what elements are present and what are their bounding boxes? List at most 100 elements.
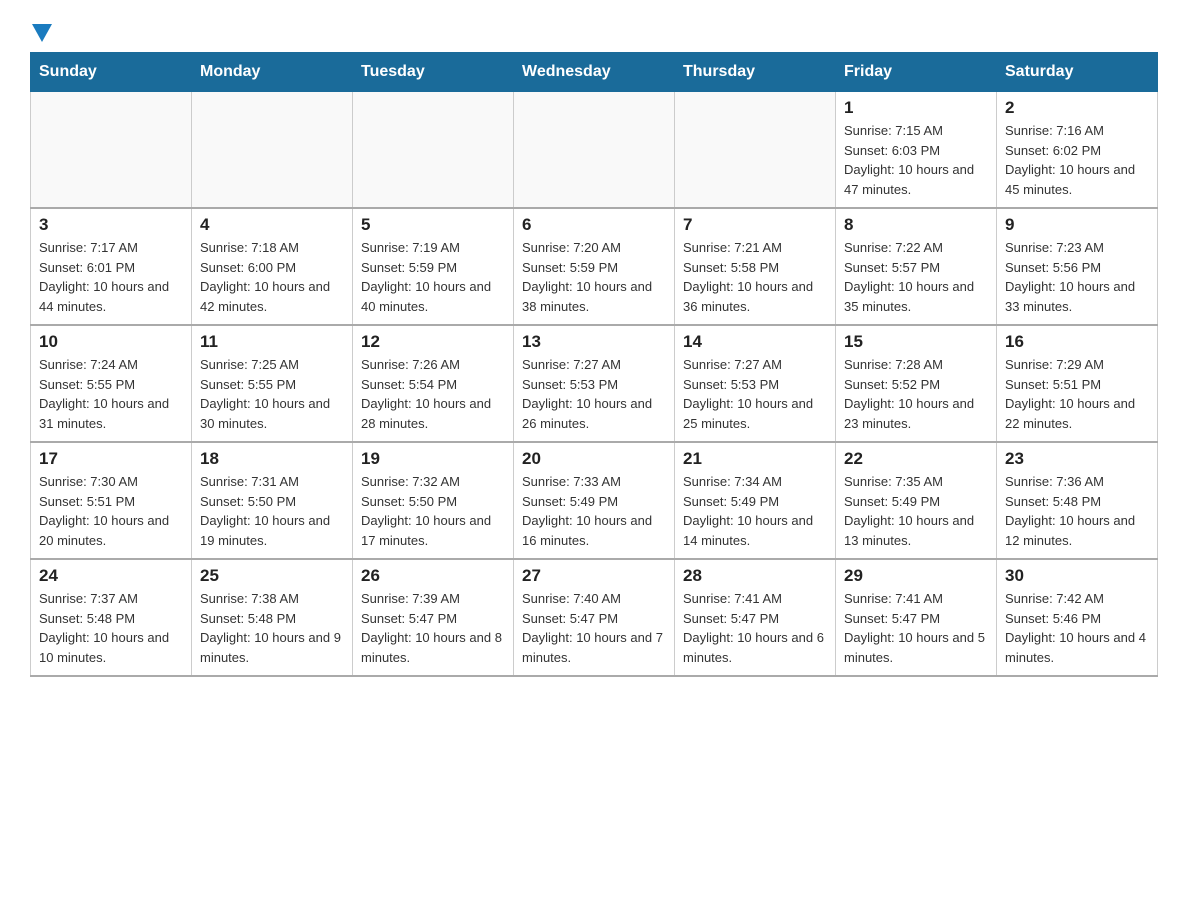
- day-info: Sunrise: 7:41 AMSunset: 5:47 PMDaylight:…: [844, 589, 988, 667]
- day-info: Sunrise: 7:21 AMSunset: 5:58 PMDaylight:…: [683, 238, 827, 316]
- day-number: 16: [1005, 332, 1149, 352]
- weekday-header-saturday: Saturday: [997, 53, 1158, 92]
- weekday-header-sunday: Sunday: [31, 53, 192, 92]
- day-number: 2: [1005, 98, 1149, 118]
- day-info: Sunrise: 7:37 AMSunset: 5:48 PMDaylight:…: [39, 589, 183, 667]
- day-number: 24: [39, 566, 183, 586]
- calendar-cell: 4 Sunrise: 7:18 AMSunset: 6:00 PMDaylight…: [192, 208, 353, 325]
- weekday-header-tuesday: Tuesday: [353, 53, 514, 92]
- calendar-cell: 17 Sunrise: 7:30 AMSunset: 5:51 PMDayligh…: [31, 442, 192, 559]
- day-number: 19: [361, 449, 505, 469]
- day-info: Sunrise: 7:23 AMSunset: 5:56 PMDaylight:…: [1005, 238, 1149, 316]
- calendar-cell: 12Sunrise: 7:26 AMSunset: 5:54 PMDayligh…: [353, 325, 514, 442]
- day-number: 15: [844, 332, 988, 352]
- day-info: Sunrise: 7:38 AMSunset: 5:48 PMDaylight:…: [200, 589, 344, 667]
- weekday-header-thursday: Thursday: [675, 53, 836, 92]
- calendar-cell: 2 Sunrise: 7:16 AMSunset: 6:02 PMDaylight…: [997, 92, 1158, 209]
- day-info: Sunrise: 7:32 AMSunset: 5:50 PMDaylight:…: [361, 472, 505, 550]
- logo-triangle-icon: [32, 24, 52, 42]
- weekday-header-friday: Friday: [836, 53, 997, 92]
- day-info: Sunrise: 7:25 AMSunset: 5:55 PMDaylight:…: [200, 355, 344, 433]
- week-row-4: 17 Sunrise: 7:30 AMSunset: 5:51 PMDayligh…: [31, 442, 1158, 559]
- calendar-cell: 25 Sunrise: 7:38 AMSunset: 5:48 PMDayligh…: [192, 559, 353, 676]
- weekday-header-monday: Monday: [192, 53, 353, 92]
- day-number: 6: [522, 215, 666, 235]
- day-number: 28: [683, 566, 827, 586]
- day-number: 10: [39, 332, 183, 352]
- day-info: Sunrise: 7:41 AMSunset: 5:47 PMDaylight:…: [683, 589, 827, 667]
- calendar-cell: 23 Sunrise: 7:36 AMSunset: 5:48 PMDayligh…: [997, 442, 1158, 559]
- day-info: Sunrise: 7:18 AMSunset: 6:00 PMDaylight:…: [200, 238, 344, 316]
- day-number: 8: [844, 215, 988, 235]
- weekday-header-row: SundayMondayTuesdayWednesdayThursdayFrid…: [31, 53, 1158, 92]
- day-number: 4: [200, 215, 344, 235]
- day-number: 12: [361, 332, 505, 352]
- calendar-cell: [514, 92, 675, 209]
- day-number: 27: [522, 566, 666, 586]
- calendar-cell: 10 Sunrise: 7:24 AMSunset: 5:55 PMDayligh…: [31, 325, 192, 442]
- calendar-cell: 26 Sunrise: 7:39 AMSunset: 5:47 PMDayligh…: [353, 559, 514, 676]
- calendar-cell: 9 Sunrise: 7:23 AMSunset: 5:56 PMDaylight…: [997, 208, 1158, 325]
- logo: [30, 20, 52, 42]
- day-number: 9: [1005, 215, 1149, 235]
- calendar-cell: 11Sunrise: 7:25 AMSunset: 5:55 PMDayligh…: [192, 325, 353, 442]
- calendar-cell: 3 Sunrise: 7:17 AMSunset: 6:01 PMDaylight…: [31, 208, 192, 325]
- calendar-cell: 29 Sunrise: 7:41 AMSunset: 5:47 PMDayligh…: [836, 559, 997, 676]
- week-row-2: 3 Sunrise: 7:17 AMSunset: 6:01 PMDaylight…: [31, 208, 1158, 325]
- day-number: 13: [522, 332, 666, 352]
- calendar-cell: 1 Sunrise: 7:15 AMSunset: 6:03 PMDaylight…: [836, 92, 997, 209]
- calendar-cell: 8 Sunrise: 7:22 AMSunset: 5:57 PMDaylight…: [836, 208, 997, 325]
- day-info: Sunrise: 7:30 AMSunset: 5:51 PMDaylight:…: [39, 472, 183, 550]
- calendar-cell: 24 Sunrise: 7:37 AMSunset: 5:48 PMDayligh…: [31, 559, 192, 676]
- day-number: 22: [844, 449, 988, 469]
- day-number: 25: [200, 566, 344, 586]
- day-number: 20: [522, 449, 666, 469]
- day-number: 5: [361, 215, 505, 235]
- day-number: 23: [1005, 449, 1149, 469]
- day-info: Sunrise: 7:42 AMSunset: 5:46 PMDaylight:…: [1005, 589, 1149, 667]
- calendar-cell: 7 Sunrise: 7:21 AMSunset: 5:58 PMDaylight…: [675, 208, 836, 325]
- week-row-1: 1 Sunrise: 7:15 AMSunset: 6:03 PMDaylight…: [31, 92, 1158, 209]
- calendar-cell: [192, 92, 353, 209]
- day-info: Sunrise: 7:24 AMSunset: 5:55 PMDaylight:…: [39, 355, 183, 433]
- calendar-cell: 15 Sunrise: 7:28 AMSunset: 5:52 PMDayligh…: [836, 325, 997, 442]
- calendar-cell: [353, 92, 514, 209]
- calendar-cell: 14Sunrise: 7:27 AMSunset: 5:53 PMDayligh…: [675, 325, 836, 442]
- day-number: 7: [683, 215, 827, 235]
- day-info: Sunrise: 7:31 AMSunset: 5:50 PMDaylight:…: [200, 472, 344, 550]
- day-info: Sunrise: 7:27 AMSunset: 5:53 PMDaylight:…: [683, 355, 827, 433]
- week-row-3: 10 Sunrise: 7:24 AMSunset: 5:55 PMDayligh…: [31, 325, 1158, 442]
- header: [30, 20, 1158, 42]
- day-info: Sunrise: 7:16 AMSunset: 6:02 PMDaylight:…: [1005, 121, 1149, 199]
- day-info: Sunrise: 7:17 AMSunset: 6:01 PMDaylight:…: [39, 238, 183, 316]
- day-info: Sunrise: 7:28 AMSunset: 5:52 PMDaylight:…: [844, 355, 988, 433]
- calendar-cell: [31, 92, 192, 209]
- day-info: Sunrise: 7:29 AMSunset: 5:51 PMDaylight:…: [1005, 355, 1149, 433]
- calendar-cell: 21 Sunrise: 7:34 AMSunset: 5:49 PMDayligh…: [675, 442, 836, 559]
- calendar-cell: 20Sunrise: 7:33 AMSunset: 5:49 PMDayligh…: [514, 442, 675, 559]
- day-info: Sunrise: 7:19 AMSunset: 5:59 PMDaylight:…: [361, 238, 505, 316]
- calendar-cell: 16 Sunrise: 7:29 AMSunset: 5:51 PMDayligh…: [997, 325, 1158, 442]
- day-number: 29: [844, 566, 988, 586]
- day-info: Sunrise: 7:39 AMSunset: 5:47 PMDaylight:…: [361, 589, 505, 667]
- calendar-cell: 5 Sunrise: 7:19 AMSunset: 5:59 PMDaylight…: [353, 208, 514, 325]
- day-number: 26: [361, 566, 505, 586]
- day-number: 3: [39, 215, 183, 235]
- calendar-cell: 18 Sunrise: 7:31 AMSunset: 5:50 PMDayligh…: [192, 442, 353, 559]
- day-info: Sunrise: 7:22 AMSunset: 5:57 PMDaylight:…: [844, 238, 988, 316]
- day-number: 21: [683, 449, 827, 469]
- calendar-cell: 6Sunrise: 7:20 AMSunset: 5:59 PMDaylight…: [514, 208, 675, 325]
- day-number: 18: [200, 449, 344, 469]
- day-info: Sunrise: 7:36 AMSunset: 5:48 PMDaylight:…: [1005, 472, 1149, 550]
- weekday-header-wednesday: Wednesday: [514, 53, 675, 92]
- calendar-cell: 27 Sunrise: 7:40 AMSunset: 5:47 PMDayligh…: [514, 559, 675, 676]
- day-info: Sunrise: 7:40 AMSunset: 5:47 PMDaylight:…: [522, 589, 666, 667]
- day-number: 1: [844, 98, 988, 118]
- calendar-cell: 28 Sunrise: 7:41 AMSunset: 5:47 PMDayligh…: [675, 559, 836, 676]
- week-row-5: 24 Sunrise: 7:37 AMSunset: 5:48 PMDayligh…: [31, 559, 1158, 676]
- day-number: 17: [39, 449, 183, 469]
- day-info: Sunrise: 7:34 AMSunset: 5:49 PMDaylight:…: [683, 472, 827, 550]
- day-info: Sunrise: 7:15 AMSunset: 6:03 PMDaylight:…: [844, 121, 988, 199]
- calendar-cell: [675, 92, 836, 209]
- calendar-table: SundayMondayTuesdayWednesdayThursdayFrid…: [30, 52, 1158, 677]
